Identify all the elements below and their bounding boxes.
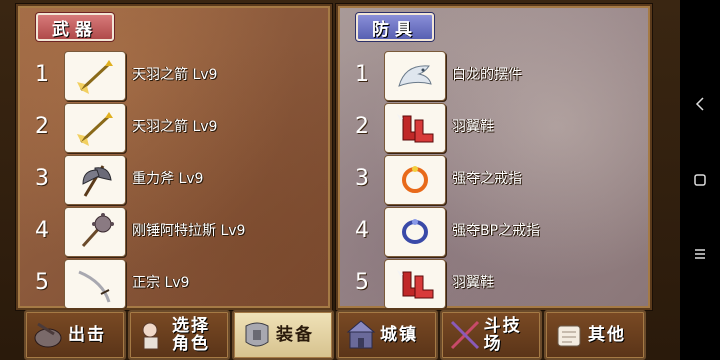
winged-boots-icon <box>384 259 446 308</box>
slot-number: 4 <box>355 218 369 243</box>
tab-label-line2: 角色 <box>172 334 210 354</box>
slot-number: 2 <box>35 114 49 139</box>
weapon-slot-5[interactable]: 5 正宗 Lv9 <box>18 258 330 308</box>
item-name: 重力斧 Lv9 <box>132 171 204 187</box>
slot-number: 5 <box>355 270 369 295</box>
scroll-icon <box>550 315 588 355</box>
item-name: 天羽之箭 Lv9 <box>132 67 218 83</box>
armor-slot-4[interactable]: 4 强夺BP之戒指 <box>338 206 650 258</box>
armor-panel: 防具 1 白龙的摆件 2 羽翼鞋 3 强夺之戒指 4 强夺BP之戒指 5 羽翼鞋 <box>336 4 652 310</box>
back-icon[interactable] <box>690 94 710 114</box>
sortie-icon <box>30 315 68 355</box>
game-frame: 武器 1 天羽之箭 Lv9 2 天羽之箭 Lv9 3 重力斧 Lv9 4 刚锤阿… <box>0 0 680 360</box>
slot-number: 2 <box>355 114 369 139</box>
home-icon[interactable] <box>690 170 710 190</box>
armor-slot-2[interactable]: 2 羽翼鞋 <box>338 102 650 154</box>
town-icon <box>342 315 380 355</box>
slot-number: 1 <box>355 62 369 87</box>
arrow-icon <box>64 103 126 153</box>
slot-number: 4 <box>35 218 49 243</box>
weapons-tag: 武器 <box>36 13 114 41</box>
item-name: 强夺BP之戒指 <box>452 223 541 239</box>
tab-town[interactable]: 城镇 <box>336 310 438 360</box>
tab-label-line1: 选择 <box>172 316 210 336</box>
arrow-icon <box>64 51 126 101</box>
winged-boots-icon <box>384 103 446 153</box>
slot-number: 3 <box>355 166 369 191</box>
armor-slot-1[interactable]: 1 白龙的摆件 <box>338 50 650 102</box>
tab-label: 出击 <box>68 325 106 345</box>
weapon-slot-3[interactable]: 3 重力斧 Lv9 <box>18 154 330 206</box>
tab-label: 城镇 <box>380 325 418 345</box>
tab-sortie[interactable]: 出击 <box>24 310 126 360</box>
slot-number: 1 <box>35 62 49 87</box>
item-name: 天羽之箭 Lv9 <box>132 119 218 135</box>
tab-equipment[interactable]: 装备 <box>232 310 334 360</box>
item-name: 强夺之戒指 <box>452 171 522 187</box>
tab-label: 斗技场 <box>483 316 522 354</box>
item-name: 羽翼鞋 <box>452 119 494 135</box>
katana-icon <box>64 259 126 308</box>
mace-icon <box>64 207 126 257</box>
system-nav-bar <box>680 0 720 360</box>
slot-number: 5 <box>35 270 49 295</box>
weapon-slot-2[interactable]: 2 天羽之箭 Lv9 <box>18 102 330 154</box>
item-name: 刚锤阿特拉斯 Lv9 <box>132 223 246 239</box>
character-icon <box>134 315 172 355</box>
item-name: 正宗 Lv9 <box>132 275 190 291</box>
armor-tag: 防具 <box>356 13 434 41</box>
tab-label: 其他 <box>588 325 626 345</box>
tab-other[interactable]: 其他 <box>544 310 646 360</box>
white-dragon-ornament-icon <box>384 51 446 101</box>
ring-icon <box>384 155 446 205</box>
armor-slot-5[interactable]: 5 羽翼鞋 <box>338 258 650 308</box>
weapons-panel: 武器 1 天羽之箭 Lv9 2 天羽之箭 Lv9 3 重力斧 Lv9 4 刚锤阿… <box>16 4 332 310</box>
tab-label: 装备 <box>276 325 314 345</box>
weapon-slot-1[interactable]: 1 天羽之箭 Lv9 <box>18 50 330 102</box>
bp-ring-icon <box>384 207 446 257</box>
axe-icon <box>64 155 126 205</box>
tab-select-character[interactable]: 选择 角色 <box>128 310 230 360</box>
slot-number: 3 <box>35 166 49 191</box>
item-name: 羽翼鞋 <box>452 275 494 291</box>
tab-arena[interactable]: 斗技场 <box>440 310 542 360</box>
menu-icon[interactable] <box>690 244 710 264</box>
item-name: 白龙的摆件 <box>452 67 522 83</box>
bottom-nav: 出击 选择 角色 装备 城镇 斗技场 其他 <box>16 310 668 360</box>
armor-slot-3[interactable]: 3 强夺之戒指 <box>338 154 650 206</box>
weapon-slot-4[interactable]: 4 刚锤阿特拉斯 Lv9 <box>18 206 330 258</box>
armor-icon <box>238 315 276 355</box>
arena-icon <box>446 315 484 355</box>
